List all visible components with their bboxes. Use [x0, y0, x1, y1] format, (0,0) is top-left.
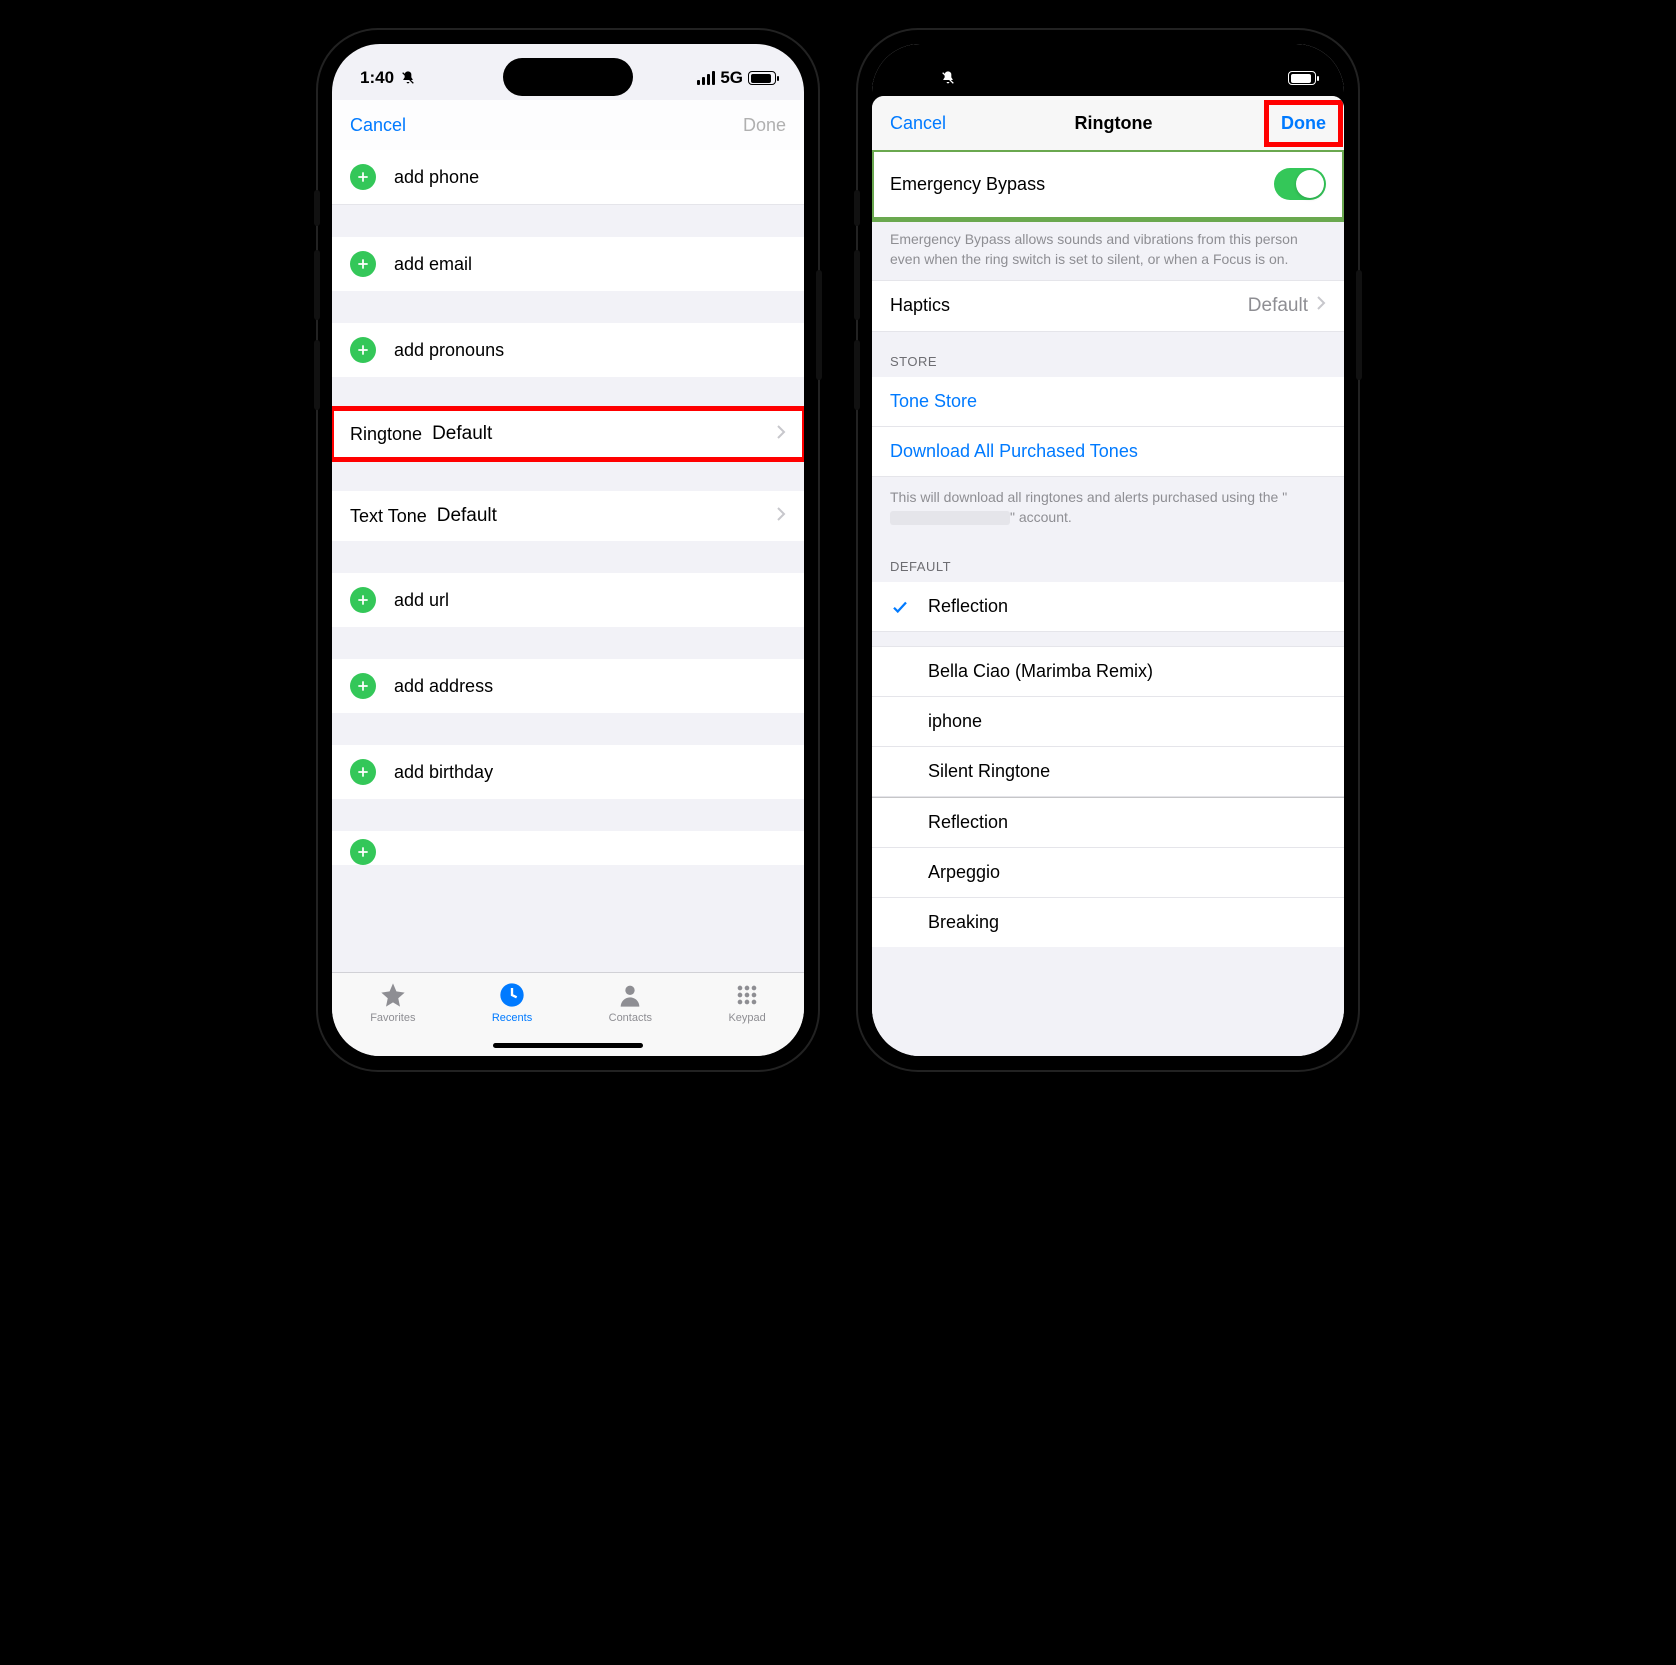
- store-header: STORE: [872, 332, 1344, 377]
- default-header: DEFAULT: [872, 537, 1344, 582]
- row-label: add pronouns: [394, 340, 504, 361]
- ringtone-option[interactable]: Arpeggio: [872, 848, 1344, 898]
- plus-icon: [350, 164, 376, 190]
- row-label: add address: [394, 676, 493, 697]
- tab-favorites[interactable]: Favorites: [370, 981, 415, 1056]
- option-label: Breaking: [928, 912, 999, 933]
- network-label: 5G: [720, 68, 743, 88]
- row-label: Haptics: [890, 295, 950, 316]
- plus-icon: [350, 337, 376, 363]
- option-label: Reflection: [928, 596, 1008, 617]
- dynamic-island: [1043, 58, 1173, 96]
- ringtone-option-selected[interactable]: Reflection: [872, 582, 1344, 632]
- battery-icon: [1288, 71, 1316, 85]
- add-pronouns-row[interactable]: add pronouns: [332, 323, 804, 377]
- silent-mode-icon: [400, 70, 416, 86]
- contact-edit-form: add phone add email add pronouns Rington…: [332, 150, 804, 972]
- tone-store-row[interactable]: Tone Store: [872, 377, 1344, 427]
- redacted-account: [890, 511, 1010, 525]
- row-value: Default: [437, 505, 497, 527]
- battery-icon: [748, 71, 776, 85]
- ringtone-sheet: Cancel Ringtone Done Emergency Bypass Em…: [872, 96, 1344, 1056]
- option-label: iphone: [928, 711, 982, 732]
- plus-icon: [350, 759, 376, 785]
- plus-icon: [350, 587, 376, 613]
- cancel-button[interactable]: Cancel: [350, 115, 406, 136]
- store-footer: This will download all ringtones and ale…: [872, 477, 1344, 538]
- download-tones-row[interactable]: Download All Purchased Tones: [872, 427, 1344, 477]
- person-icon: [616, 981, 644, 1009]
- texttone-row[interactable]: Text Tone Default: [332, 491, 804, 541]
- ringtone-option[interactable]: Breaking: [872, 898, 1344, 947]
- sheet-navbar: Cancel Ringtone Done: [872, 96, 1344, 150]
- navbar: Cancel Done: [332, 100, 804, 150]
- sheet-title: Ringtone: [1075, 113, 1153, 134]
- emergency-bypass-row[interactable]: Emergency Bypass: [872, 150, 1344, 219]
- row-value: Default: [432, 423, 492, 445]
- row-value: Default: [1248, 295, 1308, 317]
- dynamic-island: [503, 58, 633, 96]
- chevron-right-icon: [776, 424, 786, 445]
- option-label: Reflection: [928, 812, 1008, 833]
- add-row-partial[interactable]: [332, 831, 804, 865]
- cancel-button[interactable]: Cancel: [890, 113, 946, 134]
- option-label: Arpeggio: [928, 862, 1000, 883]
- phone-right: 1:40 5G Cancel Ringtone Done E: [858, 30, 1358, 1070]
- option-label: Bella Ciao (Marimba Remix): [928, 661, 1153, 682]
- bypass-footer: Emergency Bypass allows sounds and vibra…: [872, 219, 1344, 280]
- tab-label: Recents: [492, 1012, 532, 1024]
- phone-left: 1:40 5G Cancel Done add phone: [318, 30, 818, 1070]
- row-label: add phone: [394, 167, 479, 188]
- done-button[interactable]: Done: [1281, 113, 1326, 133]
- silent-mode-icon: [940, 70, 956, 86]
- row-label: add email: [394, 254, 472, 275]
- checkmark-icon: [890, 598, 910, 616]
- done-highlight: Done: [1267, 103, 1340, 144]
- star-icon: [379, 981, 407, 1009]
- chevron-right-icon: [1316, 295, 1326, 316]
- tab-keypad[interactable]: Keypad: [728, 981, 765, 1056]
- keypad-icon: [733, 981, 761, 1009]
- row-label: Emergency Bypass: [890, 174, 1045, 195]
- done-button[interactable]: Done: [743, 115, 786, 136]
- add-address-row[interactable]: add address: [332, 659, 804, 713]
- plus-icon: [350, 251, 376, 277]
- chevron-right-icon: [776, 506, 786, 527]
- ringtone-option[interactable]: Silent Ringtone: [872, 747, 1344, 797]
- status-time: 1:40: [360, 68, 394, 88]
- ringtone-option[interactable]: Reflection: [872, 797, 1344, 848]
- tab-label: Favorites: [370, 1012, 415, 1024]
- add-url-row[interactable]: add url: [332, 573, 804, 627]
- add-email-row[interactable]: add email: [332, 237, 804, 291]
- home-indicator[interactable]: [493, 1043, 643, 1048]
- haptics-row[interactable]: Haptics Default: [872, 280, 1344, 332]
- clock-icon: [498, 981, 526, 1009]
- ringtone-row[interactable]: Ringtone Default: [332, 409, 804, 459]
- add-birthday-row[interactable]: add birthday: [332, 745, 804, 799]
- tab-label: Contacts: [609, 1012, 652, 1024]
- emergency-bypass-toggle[interactable]: [1274, 168, 1326, 200]
- row-label: Download All Purchased Tones: [890, 441, 1138, 462]
- row-label: Text Tone: [350, 506, 427, 527]
- plus-icon: [350, 673, 376, 699]
- option-label: Silent Ringtone: [928, 761, 1050, 782]
- signal-icon: [697, 71, 715, 85]
- ringtone-option[interactable]: iphone: [872, 697, 1344, 747]
- tab-label: Keypad: [728, 1012, 765, 1024]
- add-phone-row[interactable]: add phone: [332, 150, 804, 205]
- row-label: Ringtone: [350, 424, 422, 445]
- row-label: add url: [394, 590, 449, 611]
- row-label: Tone Store: [890, 391, 977, 412]
- row-label: add birthday: [394, 762, 493, 783]
- ringtone-option[interactable]: Bella Ciao (Marimba Remix): [872, 646, 1344, 697]
- plus-icon: [350, 839, 376, 865]
